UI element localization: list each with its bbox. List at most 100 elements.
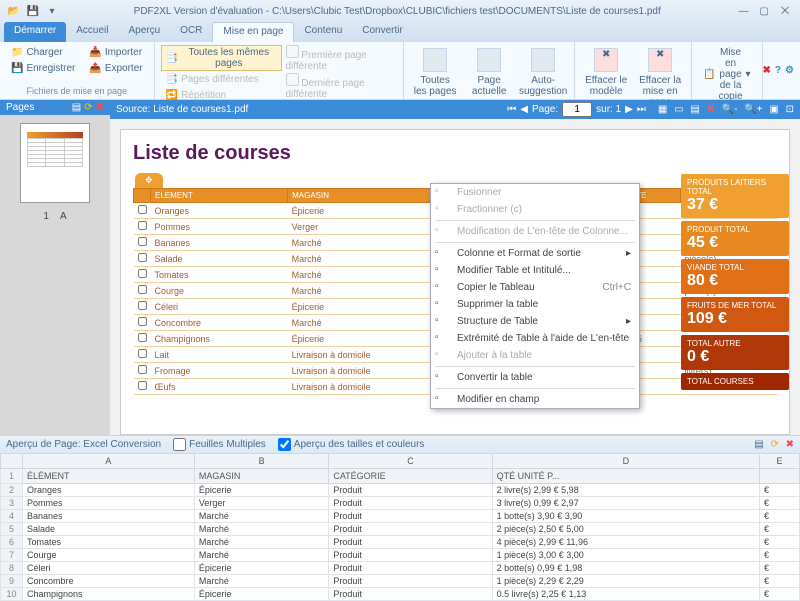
grid-col[interactable]: B	[194, 454, 328, 469]
context-item[interactable]: ▫Colonne et Format de sortie▸	[431, 245, 639, 262]
red-x-icon[interactable]: ✖	[707, 104, 715, 115]
grid-row[interactable]: 8CéleriÉpicerieProduit2 botte(s) 0,99 € …	[1, 562, 800, 575]
effacer-modele-button[interactable]: ✖Effacer le modèle	[581, 45, 631, 100]
pages-diff-button[interactable]: 📑 Pages différentes	[161, 72, 282, 87]
derniere-diff-check[interactable]: Dernière page différente	[286, 73, 398, 100]
grid-row[interactable]: 10ChampignonsÉpicerieProduit0.5 livre(s)…	[1, 588, 800, 601]
tool-icon[interactable]: ▦	[658, 104, 667, 115]
page-actuelle-button[interactable]: Page actuelle	[464, 45, 514, 100]
context-item[interactable]: ▫Extrémité de Table à l'aide de L'en-têt…	[431, 330, 639, 347]
page-thumbnail[interactable]	[20, 123, 90, 203]
context-item[interactable]: ▫Copier le TableauCtrl+C	[431, 279, 639, 296]
importer-button[interactable]: 📥 Importer	[84, 45, 147, 60]
last-page-icon[interactable]: ⏭	[637, 104, 646, 115]
toutes-pages-button[interactable]: Toutes les pages	[410, 45, 460, 100]
enregistrer-button[interactable]: 💾 Enregistrer	[6, 61, 80, 76]
panel-opt-icon[interactable]: ▤	[72, 102, 81, 113]
qat-open-icon[interactable]: 📂	[6, 3, 22, 19]
grid-row[interactable]: 7CourgeMarchéProduit1 pièce(s) 3,00 € 3,…	[1, 549, 800, 562]
grid-row[interactable]: 3PommesVergerProduit3 livre(s) 0,99 € 2,…	[1, 497, 800, 510]
zoom-fit-icon[interactable]: ▣	[769, 104, 778, 115]
row-checkbox[interactable]	[134, 299, 151, 315]
row-checkbox[interactable]	[134, 219, 151, 235]
context-item[interactable]: ▫Modifier en champ	[431, 391, 639, 408]
preview-close-icon[interactable]: ✖	[786, 439, 794, 450]
qat-save-icon[interactable]: 💾	[25, 3, 41, 19]
tab-accueil[interactable]: Accueil	[66, 22, 118, 42]
tab-ocr[interactable]: OCR	[170, 22, 212, 42]
start-tab[interactable]: Démarrer	[4, 22, 66, 42]
first-page-icon[interactable]: ⏮	[507, 104, 516, 115]
grid-cell: €	[759, 536, 799, 549]
grid-row[interactable]: 2OrangesÉpicerieProduit2 livre(s) 2,99 €…	[1, 484, 800, 497]
panel-close-icon[interactable]: ✖	[96, 102, 104, 113]
grid-row[interactable]: 9ConcombreMarchéProduit1 pièce(s) 2,29 €…	[1, 575, 800, 588]
maximize-button[interactable]: ▢	[755, 6, 773, 17]
grid-col[interactable]: A	[23, 454, 195, 469]
tool-icon[interactable]: ▤	[690, 104, 699, 115]
grid-header: MAGASIN	[194, 469, 328, 484]
summary-card: PRODUIT TOTAL45 €	[681, 221, 789, 256]
prev-page-icon[interactable]: ◀	[520, 104, 528, 115]
zoom-in-icon[interactable]: 🔍+	[744, 104, 762, 115]
feuilles-check[interactable]: Feuilles Multiples	[173, 438, 266, 451]
grid-row[interactable]: 5SaladeMarchéProduit2 pièce(s) 2,50 € 5,…	[1, 523, 800, 536]
row-checkbox[interactable]	[134, 379, 151, 395]
tool-icon[interactable]: ▭	[674, 104, 683, 115]
minimize-button[interactable]: —	[734, 6, 752, 17]
tab-aperçu[interactable]: Aperçu	[118, 22, 170, 42]
grid-col[interactable]: C	[329, 454, 492, 469]
preview-opt-icon[interactable]: ▤	[754, 439, 763, 450]
cell: Concombre	[151, 315, 288, 331]
zoom-out-icon[interactable]: 🔍-	[722, 104, 738, 115]
preview-panel: Aperçu de Page: Excel Conversion Feuille…	[0, 435, 800, 601]
row-checkbox[interactable]	[134, 251, 151, 267]
ribbon-gear-icon[interactable]: ⚙	[785, 65, 794, 76]
context-item[interactable]: ▫Structure de Table▸	[431, 313, 639, 330]
tab-convertir[interactable]: Convertir	[352, 22, 413, 42]
qat-dropdown-icon[interactable]: ▾	[44, 3, 60, 19]
grid-row[interactable]: 6TomatesMarchéProduit4 pièce(s) 2,99 € 1…	[1, 536, 800, 549]
row-checkbox[interactable]	[134, 235, 151, 251]
page-input[interactable]	[562, 102, 592, 117]
preview-grid[interactable]: ABCDE 1ÉLÉMENTMAGASINCATÉGORIEQTÉ UNITÉ …	[0, 453, 800, 601]
row-checkbox[interactable]	[134, 347, 151, 363]
context-item: ▫Modification de L'en-tête de Colonne...	[431, 223, 639, 240]
grid-row[interactable]: 4BananesMarchéProduit1 botte(s) 3,90 € 3…	[1, 510, 800, 523]
grid-col[interactable]: D	[492, 454, 759, 469]
close-button[interactable]: ⨉	[776, 6, 794, 17]
tab-contenu[interactable]: Contenu	[294, 22, 352, 42]
exporter-button[interactable]: 📤 Exporter	[84, 61, 147, 76]
preview-refresh-icon[interactable]: ⟳	[770, 439, 778, 450]
tab-mise-en-page[interactable]: Mise en page	[212, 22, 294, 42]
grid-col[interactable]: E	[759, 454, 799, 469]
premiere-diff-check[interactable]: Première page différente	[286, 45, 398, 72]
row-checkbox[interactable]	[134, 267, 151, 283]
context-item[interactable]: ▫Convertir la table	[431, 369, 639, 386]
row-checkbox[interactable]	[134, 203, 151, 219]
auto-suggestion-button[interactable]: Auto-suggestion	[518, 45, 568, 100]
row-checkbox[interactable]	[134, 315, 151, 331]
grid-cell: Salade	[23, 523, 195, 536]
cell: Céleri	[151, 299, 288, 315]
grid-cell: Produit	[329, 562, 492, 575]
doc-table-handle[interactable]: ✥	[135, 173, 163, 188]
zoom-reset-icon[interactable]: ⊡	[786, 104, 794, 115]
row-checkbox[interactable]	[134, 363, 151, 379]
apercu-tailles-check[interactable]: Aperçu des tailles et couleurs	[278, 438, 425, 451]
grid-cell: €	[759, 484, 799, 497]
grid-cell: Produit	[329, 575, 492, 588]
preview-title: Aperçu de Page: Excel Conversion	[6, 439, 161, 450]
row-checkbox[interactable]	[134, 283, 151, 299]
row-checkbox[interactable]	[134, 331, 151, 347]
copie-mise-button[interactable]: 📋 Mise en page de la copie ▾	[698, 45, 755, 104]
charger-button[interactable]: 📁 Charger	[6, 45, 80, 60]
ribbon-close-icon[interactable]: ✖	[763, 65, 771, 76]
ribbon-help-icon[interactable]: ?	[775, 65, 781, 76]
context-item[interactable]: ▫Supprimer la table	[431, 296, 639, 313]
panel-refresh-icon[interactable]: ⟳	[84, 102, 92, 113]
memes-pages-button[interactable]: 📑 Toutes les mêmes pages	[161, 45, 282, 71]
context-item[interactable]: ▫Modifier Table et Intitulé...	[431, 262, 639, 279]
next-page-icon[interactable]: ▶	[625, 104, 633, 115]
grid-cell: €	[759, 588, 799, 601]
